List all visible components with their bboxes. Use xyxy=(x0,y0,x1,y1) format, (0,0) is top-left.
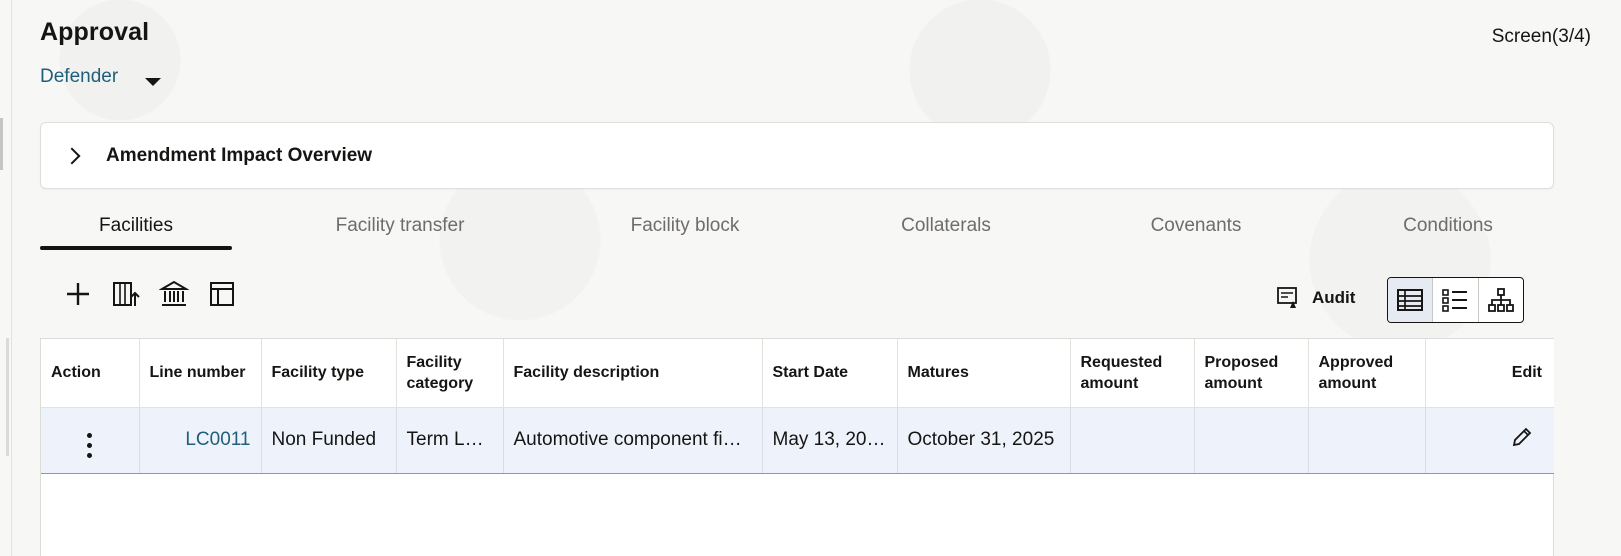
more-actions-icon[interactable] xyxy=(87,433,93,458)
layout-icon[interactable] xyxy=(204,276,240,312)
audit-label: Audit xyxy=(1312,288,1356,307)
approved-amount-cell xyxy=(1308,407,1426,474)
column-header: Start Date xyxy=(762,339,898,408)
add-icon[interactable] xyxy=(60,276,96,312)
customer-link[interactable]: Defender xyxy=(40,66,118,88)
audit-icon xyxy=(1277,287,1297,308)
facility-category-cell: Term Loan xyxy=(396,407,504,474)
table-view-icon[interactable] xyxy=(1388,278,1434,322)
bank-icon[interactable] xyxy=(156,276,192,312)
chevron-right-icon[interactable] xyxy=(63,147,81,164)
requested-amount-cell xyxy=(1070,407,1195,474)
hierarchy-view-icon[interactable] xyxy=(1479,278,1523,322)
line-number-link[interactable]: LC0011 xyxy=(139,407,262,474)
screen-counter: Screen(3/4) xyxy=(1491,26,1591,47)
tab-conditions[interactable]: Conditions xyxy=(1383,200,1513,252)
column-header: Facility category xyxy=(396,339,504,408)
column-header: Proposed amount xyxy=(1194,339,1309,408)
audit-button[interactable]: Audit xyxy=(1276,286,1355,310)
amendment-overview-panel[interactable]: Amendment Impact Overview xyxy=(40,122,1554,189)
start-date-cell: May 13, 2021 xyxy=(762,407,898,474)
column-header: Requested amount xyxy=(1070,339,1195,408)
column-header: Facility type xyxy=(261,339,397,408)
overview-title: Amendment Impact Overview xyxy=(106,144,373,166)
tab-facility-block[interactable]: Facility block xyxy=(605,200,765,252)
edit-cell xyxy=(1425,407,1554,474)
matures-cell: October 31, 2025 xyxy=(897,407,1071,474)
tab-collaterals[interactable]: Collaterals xyxy=(880,200,1012,252)
rail-scroll-marker xyxy=(6,338,9,456)
column-header: Action xyxy=(41,339,140,408)
column-header: Approved amount xyxy=(1308,339,1426,408)
facilities-table: Action Line number Facility type Facilit… xyxy=(40,338,1554,556)
column-header: Line number xyxy=(139,339,262,408)
facility-type-cell: Non Funded xyxy=(261,407,397,474)
proposed-amount-cell xyxy=(1194,407,1309,474)
column-header: Matures xyxy=(897,339,1071,408)
pencil-icon[interactable] xyxy=(1510,425,1534,449)
view-mode-toggle xyxy=(1387,277,1524,323)
row-actions-cell xyxy=(41,407,140,474)
active-tab-indicator xyxy=(40,246,232,250)
rail-marker xyxy=(0,118,3,170)
page-header: Approval Screen(3/4) xyxy=(40,18,1591,47)
tab-covenants[interactable]: Covenants xyxy=(1128,200,1264,252)
page-title: Approval xyxy=(40,18,150,46)
caret-down-icon[interactable] xyxy=(145,78,162,86)
column-header: Facility description xyxy=(503,339,763,408)
tab-facilities[interactable]: Facilities xyxy=(40,200,232,252)
facility-description-cell: Automotive component financing xyxy=(503,407,763,474)
list-view-icon[interactable] xyxy=(1433,278,1479,322)
subtitle-row: Defender xyxy=(40,66,162,88)
transfer-icon[interactable] xyxy=(108,276,144,312)
table-toolbar xyxy=(60,276,240,312)
column-header: Edit xyxy=(1425,339,1554,408)
tabs-bar: Facilities Facility transfer Facility bl… xyxy=(40,200,1554,252)
tab-facility-transfer[interactable]: Facility transfer xyxy=(302,200,498,252)
left-rail xyxy=(0,0,12,556)
table-row[interactable]: LC0011 Non Funded Term Loan Automotive c… xyxy=(41,407,1554,474)
table-header-row: Action Line number Facility type Facilit… xyxy=(41,339,1554,408)
